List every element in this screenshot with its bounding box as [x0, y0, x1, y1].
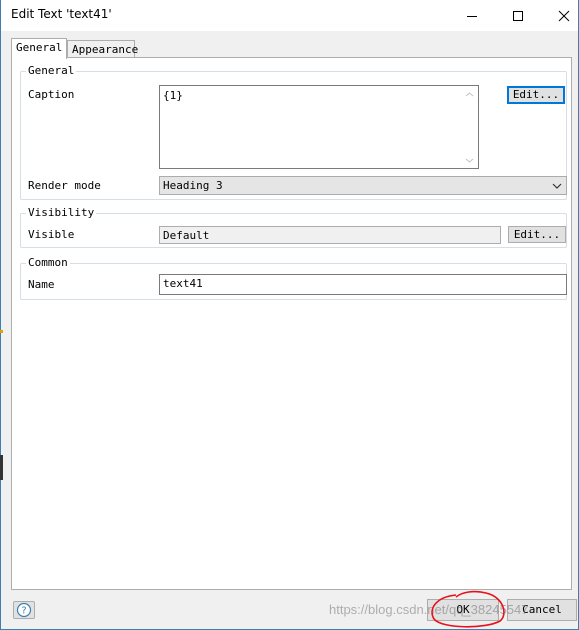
name-value: text41	[163, 277, 203, 290]
close-button[interactable]	[541, 0, 579, 31]
caption-value: {1}	[163, 89, 183, 102]
dialog-footer: ? OK Cancel https://blog.csdn.net/qq_382…	[1, 593, 578, 630]
tab-general[interactable]: General	[11, 38, 67, 59]
caption-edit-label: Edit...	[512, 88, 560, 101]
caption-scrollbar[interactable]	[461, 86, 478, 168]
background-window-edge-dark	[0, 455, 3, 480]
maximize-button[interactable]	[495, 0, 541, 31]
help-icon: ?	[16, 602, 32, 618]
minimize-icon	[467, 15, 477, 17]
maximize-icon	[513, 10, 523, 21]
common-group: Common Name text41	[20, 256, 567, 300]
tab-page-general: General Caption {1} Edit... Render mode …	[11, 57, 572, 590]
render-mode-value: Heading 3	[163, 179, 223, 192]
tab-strip: General Appearance	[11, 38, 571, 59]
visible-edit-label: Edit...	[513, 228, 561, 241]
caption-textarea[interactable]: {1}	[159, 85, 479, 169]
tab-appearance-label: Appearance	[72, 43, 139, 56]
help-button[interactable]: ?	[13, 601, 35, 619]
tab-general-label: General	[16, 41, 63, 54]
common-group-title: Common	[26, 256, 70, 269]
visible-value: Default	[163, 229, 210, 242]
svg-text:?: ?	[21, 606, 26, 617]
visible-field: Default	[159, 226, 501, 244]
caption-label: Caption	[28, 88, 75, 101]
name-label: Name	[28, 278, 55, 291]
edit-text-dialog: Edit Text 'text41' General Appearance Ge…	[0, 0, 579, 630]
watermark-text: https://blog.csdn.net/qq_38245547	[329, 602, 529, 617]
render-mode-label: Render mode	[28, 179, 101, 192]
tab-appearance[interactable]: Appearance	[67, 40, 139, 58]
name-input[interactable]: text41	[159, 274, 567, 295]
general-group: General Caption {1} Edit... Render mode …	[20, 64, 567, 200]
close-icon	[558, 10, 570, 21]
render-mode-select[interactable]: Heading 3	[159, 176, 567, 195]
background-window-edge	[0, 330, 3, 333]
caption-edit-button[interactable]: Edit...	[507, 86, 565, 104]
minimize-button[interactable]	[449, 0, 495, 31]
scroll-arrows-icon	[465, 92, 474, 163]
visible-edit-button[interactable]: Edit...	[508, 226, 566, 243]
general-group-title: General	[26, 64, 77, 77]
visibility-group-title: Visibility	[26, 206, 97, 219]
chevron-down-icon	[552, 181, 562, 194]
visibility-group: Visibility Visible Default Edit...	[20, 206, 567, 248]
visible-label: Visible	[28, 228, 75, 241]
window-title: Edit Text 'text41'	[11, 7, 112, 21]
title-bar: Edit Text 'text41'	[1, 0, 578, 31]
